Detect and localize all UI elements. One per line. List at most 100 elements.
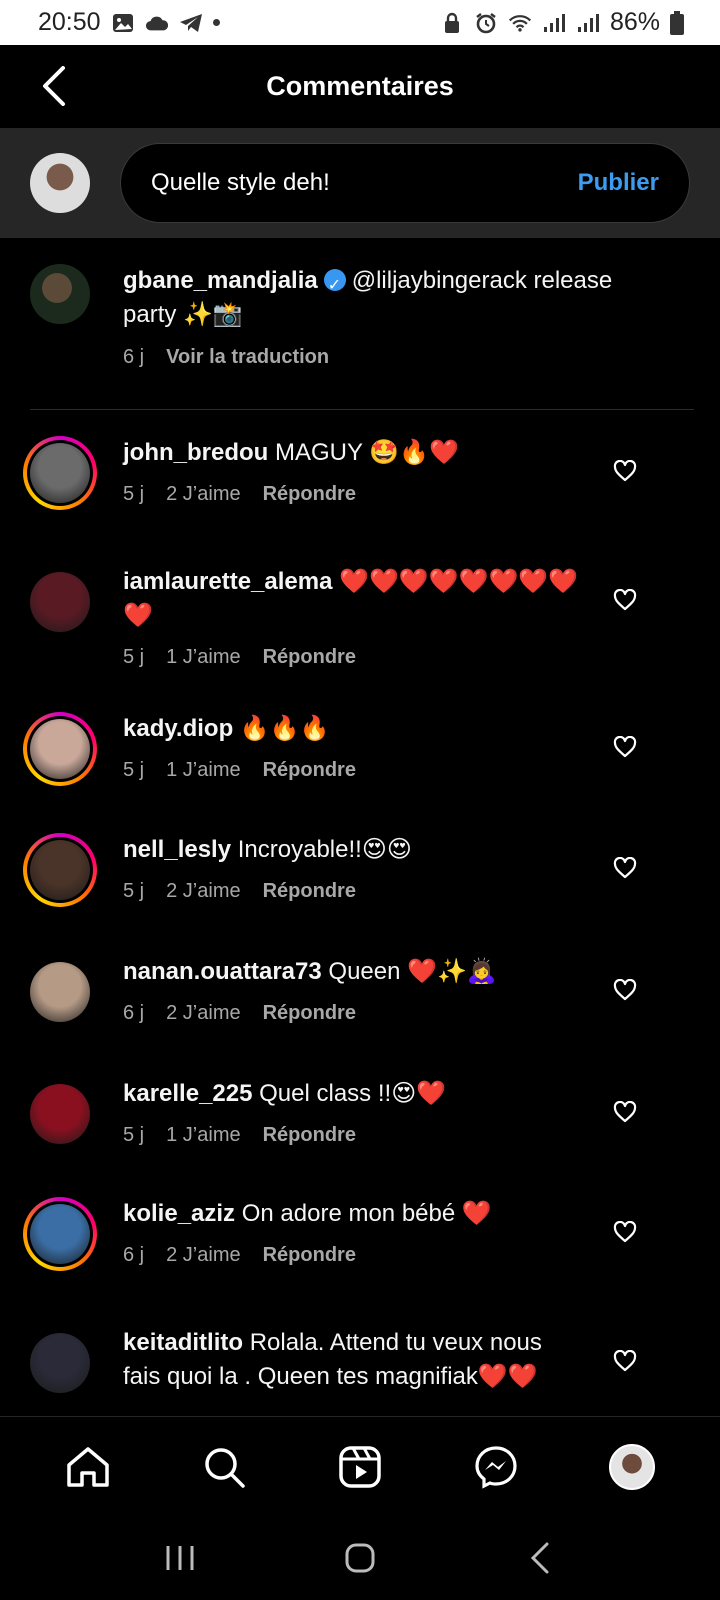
- comment-input[interactable]: [151, 169, 578, 197]
- heart-icon: [613, 736, 637, 758]
- commenter-avatar[interactable]: [23, 1077, 97, 1151]
- profile-avatar: [609, 1443, 655, 1490]
- like-comment-button[interactable]: [610, 853, 640, 883]
- comment-time: 5 j: [123, 759, 145, 781]
- back-button[interactable]: [34, 63, 74, 109]
- heart-icon: [613, 857, 637, 879]
- commenter-avatar[interactable]: [23, 565, 97, 639]
- commenter-avatar[interactable]: [23, 955, 97, 1029]
- comment-username[interactable]: nell_lesly: [123, 836, 231, 863]
- reply-button[interactable]: Répondre: [263, 1002, 356, 1025]
- comment-likes[interactable]: 2 J’aime: [166, 880, 240, 903]
- comment-field[interactable]: Publier: [120, 143, 690, 223]
- nav-search-button[interactable]: [194, 1437, 254, 1497]
- search-icon: [205, 1447, 245, 1488]
- header: Commentaires: [0, 45, 720, 128]
- signal-icon: [576, 12, 600, 34]
- heart-icon: [613, 979, 637, 1001]
- comment-username[interactable]: nanan.ouattara73: [123, 958, 322, 985]
- comment-username[interactable]: kady.diop: [123, 715, 233, 742]
- home-icon: [67, 1446, 109, 1487]
- heart-icon: [613, 1350, 637, 1372]
- reply-button[interactable]: Répondre: [263, 646, 356, 669]
- like-comment-button[interactable]: [610, 1346, 640, 1376]
- reply-button[interactable]: Répondre: [263, 1124, 356, 1147]
- comment-likes[interactable]: 1 J’aime: [166, 646, 240, 669]
- reply-button[interactable]: Répondre: [263, 483, 356, 506]
- like-comment-button[interactable]: [610, 456, 640, 486]
- comment-likes[interactable]: 1 J’aime: [166, 759, 240, 782]
- current-user-avatar: [30, 153, 90, 213]
- comment-username[interactable]: iamlaurette_alema: [123, 568, 332, 595]
- heart-icon: [613, 1221, 637, 1243]
- comment-time: 6 j: [123, 1244, 145, 1266]
- system-navigation: [0, 1516, 720, 1600]
- author-avatar[interactable]: [30, 264, 90, 324]
- heart-icon: [613, 460, 637, 482]
- commenter-avatar[interactable]: [23, 1326, 97, 1400]
- comment-item: kolie_aziz On adore mon bébé ❤️ 6 j 2 J’ai…: [0, 1197, 720, 1271]
- heart-icon: [613, 589, 637, 611]
- caption-username[interactable]: gbane_mandjalia: [123, 267, 318, 294]
- nav-home-button[interactable]: [58, 1437, 118, 1497]
- comment-likes[interactable]: 2 J’aime: [166, 1002, 240, 1025]
- see-translation-link[interactable]: Voir la traduction: [166, 346, 329, 369]
- reply-button[interactable]: Répondre: [263, 1244, 356, 1267]
- comment-item: john_bredou MAGUY 🤩🔥❤️ 5 j 2 J’aime Répondr…: [0, 436, 720, 510]
- recent-apps-button[interactable]: [155, 1533, 205, 1583]
- reply-button[interactable]: Répondre: [263, 759, 356, 782]
- status-bar: 20:50 86%: [0, 0, 720, 45]
- status-time: 20:50: [38, 8, 101, 36]
- reels-icon: [339, 1445, 381, 1488]
- cloud-icon: [145, 12, 169, 34]
- comment-item: iamlaurette_alema ❤️❤️❤️❤️❤️❤️❤️❤️❤️ 5 j1…: [0, 565, 720, 669]
- home-button-icon: [345, 1543, 375, 1573]
- alarm-icon: [474, 12, 498, 34]
- nav-messenger-button[interactable]: [466, 1437, 526, 1497]
- comment-item: karelle_225 Quel class !!😍❤️ 5 j 1 J’aime R…: [0, 1077, 720, 1151]
- comment-text: Incroyable!!😍😍: [237, 836, 412, 863]
- comment-likes[interactable]: 2 J’aime: [166, 1244, 240, 1267]
- comment-text: MAGUY 🤩🔥❤️: [275, 439, 459, 466]
- back-icon: [530, 1542, 549, 1574]
- signal-icon: [542, 12, 566, 34]
- comment-likes[interactable]: 2 J’aime: [166, 483, 240, 506]
- like-comment-button[interactable]: [610, 585, 640, 615]
- comment-username[interactable]: kolie_aziz: [123, 1200, 235, 1227]
- commenter-avatar[interactable]: [23, 833, 97, 907]
- comment-text: 🔥🔥🔥: [239, 715, 330, 742]
- commenter-avatar[interactable]: [23, 436, 97, 510]
- battery-icon: [670, 10, 684, 35]
- commenter-avatar[interactable]: [23, 1197, 97, 1271]
- comment-text: Queen ❤️✨🙇‍♀️: [328, 958, 497, 985]
- system-back-button[interactable]: [515, 1533, 565, 1583]
- reply-button[interactable]: Répondre: [263, 880, 356, 903]
- comment-item: kady.diop 🔥🔥🔥 5 j 1 J’aime Répondre: [0, 712, 720, 786]
- telegram-icon: [179, 12, 203, 34]
- like-comment-button[interactable]: [610, 732, 640, 762]
- like-comment-button[interactable]: [610, 975, 640, 1005]
- commenter-avatar[interactable]: [23, 712, 97, 786]
- comment-username[interactable]: john_bredou: [123, 439, 268, 466]
- nav-profile-button[interactable]: [602, 1437, 662, 1497]
- nav-reels-button[interactable]: [330, 1437, 390, 1497]
- comment-text: On adore mon bébé ❤️: [241, 1200, 492, 1227]
- comment-list[interactable]: john_bredou MAGUY 🤩🔥❤️ 5 j 2 J’aime Répondr…: [0, 410, 720, 1416]
- comment-text: Quel class !!😍❤️: [259, 1080, 447, 1107]
- comment-time: 6 j: [123, 1002, 145, 1024]
- heart-icon: [613, 1101, 637, 1123]
- comment-time: 5 j: [123, 646, 145, 668]
- comment-username[interactable]: keitaditlito: [123, 1329, 243, 1356]
- home-button[interactable]: [335, 1533, 385, 1583]
- comment-item: nell_lesly Incroyable!!😍😍 5 j 2 J’aime Répo…: [0, 833, 720, 907]
- recent-apps-icon: [166, 1546, 194, 1570]
- page-title: Commentaires: [266, 71, 454, 101]
- publish-button[interactable]: Publier: [578, 169, 659, 197]
- like-comment-button[interactable]: [610, 1217, 640, 1247]
- comment-username[interactable]: karelle_225: [123, 1080, 252, 1107]
- wifi-icon: [508, 12, 532, 34]
- gallery-icon: [111, 12, 135, 34]
- comment-likes[interactable]: 1 J’aime: [166, 1124, 240, 1147]
- messenger-icon: [475, 1445, 517, 1489]
- like-comment-button[interactable]: [610, 1097, 640, 1127]
